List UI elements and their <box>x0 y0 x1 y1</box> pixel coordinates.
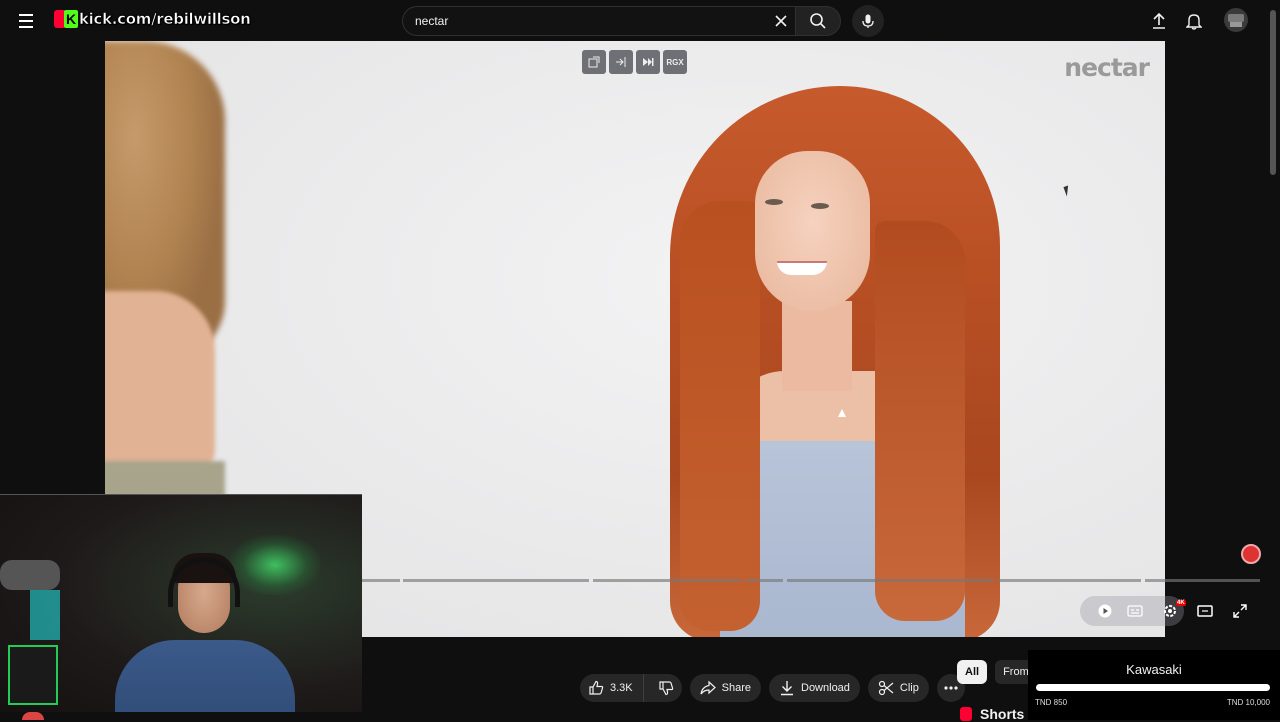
price-widget: Kawasaki TND 850 TND 10,000 <box>1028 650 1280 720</box>
chapter-segment[interactable] <box>593 579 741 582</box>
channel-avatar[interactable] <box>22 712 44 720</box>
webcam-microphone <box>0 560 60 590</box>
avatar[interactable] <box>1224 8 1248 32</box>
chapter-segment[interactable] <box>360 579 400 582</box>
share-button[interactable]: Share <box>689 674 761 702</box>
share-icon <box>700 680 716 695</box>
skip-forward-icon[interactable] <box>636 50 660 74</box>
price-range-bar[interactable] <box>1036 684 1270 691</box>
download-icon <box>781 681 793 696</box>
upload-icon <box>1153 12 1165 29</box>
video-person-hair-right <box>875 221 965 621</box>
chapter-segment[interactable] <box>403 579 589 582</box>
mic-icon <box>862 14 874 28</box>
menu-icon[interactable] <box>14 9 38 33</box>
top-bar: K kick.com/rebilwillson <box>0 0 1280 175</box>
video-progress-bar[interactable] <box>360 579 1260 583</box>
player-controls: 4K <box>1080 596 1260 626</box>
dislike-button[interactable] <box>650 674 682 702</box>
enter-icon[interactable] <box>609 50 633 74</box>
fullscreen-icon[interactable] <box>1232 603 1248 619</box>
search-button[interactable] <box>795 6 841 36</box>
price-max-label: TND 10,000 <box>1226 698 1270 707</box>
clip-button[interactable]: Clip <box>867 674 929 702</box>
voice-search-button[interactable] <box>852 5 884 37</box>
webcam-light-strip <box>30 590 60 640</box>
webcam-light <box>230 535 320 595</box>
extension-badge-icon[interactable] <box>1241 544 1261 564</box>
subtitles-icon[interactable] <box>1127 603 1143 619</box>
price-widget-title: Kawasaki <box>1126 662 1182 677</box>
video-person-pendant <box>838 409 846 417</box>
brand-text: kick.com/rebilwillson <box>79 10 251 29</box>
search-icon <box>810 13 826 29</box>
quality-badge: 4K <box>1176 600 1186 606</box>
chapter-segment[interactable] <box>1145 579 1260 582</box>
bell-icon <box>1186 14 1202 30</box>
chapter-segment[interactable] <box>787 579 993 582</box>
download-label: Download <box>801 682 850 694</box>
download-button[interactable]: Download <box>769 674 860 702</box>
video-person-eye-left <box>765 199 783 205</box>
video-person-neck <box>782 301 852 391</box>
streamer-webcam <box>0 494 362 720</box>
price-min-label: TND 850 <box>1035 698 1068 707</box>
extension-toolbar: RGX <box>582 50 687 74</box>
webcam-person-body <box>115 640 295 720</box>
search-input[interactable] <box>415 14 765 28</box>
clip-label: Clip <box>899 682 919 694</box>
video-actions: 3.3K Share Download Clip <box>580 674 965 702</box>
video-watermark: nectar <box>1064 53 1150 82</box>
video-person-eye-right <box>811 203 829 209</box>
like-button[interactable]: 3.3K <box>580 674 644 702</box>
video-person-hair-left <box>680 201 760 631</box>
scissors-icon <box>878 680 894 696</box>
channel-row <box>0 712 960 720</box>
search-box <box>402 6 795 36</box>
shorts-icon <box>960 707 972 721</box>
page-scrollbar[interactable] <box>1270 10 1276 175</box>
thumbs-up-icon <box>589 680 604 695</box>
video-person-smile <box>777 261 827 275</box>
webcam-chair <box>8 645 58 705</box>
theater-icon[interactable] <box>1197 603 1213 619</box>
play-icon[interactable] <box>1097 603 1113 619</box>
kick-logo: K <box>64 10 78 28</box>
popout-icon[interactable] <box>582 50 606 74</box>
chapter-segment[interactable] <box>745 579 783 582</box>
rgx-button[interactable]: RGX <box>663 50 687 74</box>
like-count: 3.3K <box>610 682 633 694</box>
more-icon <box>944 686 958 690</box>
clear-icon[interactable] <box>773 13 789 29</box>
thumbs-down-icon <box>659 681 673 696</box>
share-label: Share <box>721 682 751 694</box>
filter-chips: All From <box>957 660 1037 684</box>
like-dislike-group: 3.3K <box>580 674 682 702</box>
video-person-left-neck <box>105 291 215 471</box>
notifications-button[interactable] <box>1183 10 1205 32</box>
chapter-segment[interactable] <box>997 579 1141 582</box>
channel-brand-overlay[interactable]: K kick.com/rebilwillson <box>54 8 251 30</box>
video-person-face <box>755 151 870 311</box>
chip-all[interactable]: All <box>957 660 988 684</box>
upload-button[interactable] <box>1148 10 1170 32</box>
